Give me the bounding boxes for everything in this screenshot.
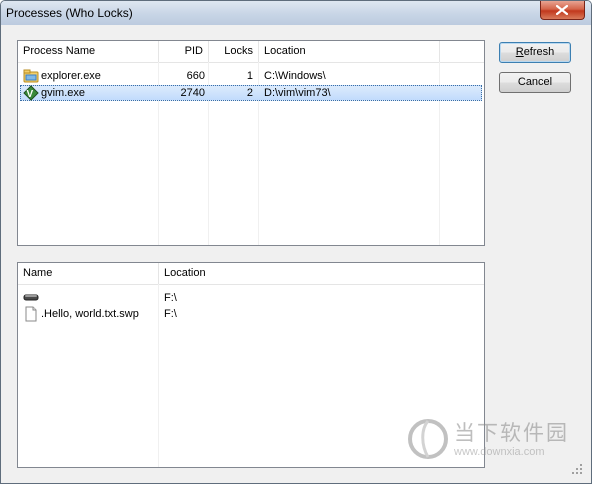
watermark-title: 当下软件园 (454, 421, 569, 445)
close-button[interactable] (540, 1, 585, 20)
column-header-name[interactable]: Name (18, 263, 158, 284)
file-name: .Hello, world.txt.swp (41, 308, 139, 320)
close-icon (556, 5, 568, 15)
file-row[interactable]: F:\ (20, 290, 482, 306)
window-title: Processes (Who Locks) (6, 6, 133, 20)
process-list[interactable]: Process Name PID Locks Location explorer… (17, 40, 485, 246)
process-pid: 660 (186, 70, 205, 82)
refresh-label-rest: efresh (523, 46, 555, 58)
column-header-process-name[interactable]: Process Name (18, 41, 158, 62)
process-row-selected[interactable]: V gvim.exe 2740 2 D:\vim\vim73\ (20, 85, 482, 101)
process-locks: 1 (246, 70, 253, 82)
explorer-icon (23, 69, 39, 83)
watermark: 当下软件园 www.downxia.com (407, 415, 577, 465)
column-header-pid[interactable]: PID (159, 41, 208, 62)
drive-icon (23, 294, 39, 301)
svg-text:V: V (27, 89, 34, 100)
file-location: F:\ (164, 308, 177, 320)
column-header-locks[interactable]: Locks (209, 41, 258, 62)
process-location: C:\Windows\ (264, 70, 326, 82)
refresh-label-mnemonic: R (515, 46, 524, 58)
files-list-header: Name Location (18, 263, 484, 285)
title-bar[interactable]: Processes (Who Locks) (1, 1, 591, 25)
refresh-button[interactable]: Refresh (499, 42, 571, 63)
process-location: D:\vim\vim73\ (264, 87, 331, 99)
cancel-button[interactable]: Cancel (499, 72, 571, 93)
dialog-client: Process Name PID Locks Location explorer… (7, 25, 585, 477)
file-row[interactable]: .Hello, world.txt.swp F:\ (20, 306, 482, 322)
process-list-header: Process Name PID Locks Location (18, 41, 484, 63)
file-icon (25, 306, 37, 322)
process-row[interactable]: explorer.exe 660 1 C:\Windows\ (20, 68, 482, 84)
column-divider[interactable] (439, 41, 440, 62)
gvim-icon: V (23, 85, 39, 101)
column-header-location[interactable]: Location (259, 41, 439, 62)
process-locks: 2 (246, 87, 253, 99)
downxia-logo-icon (408, 419, 448, 459)
file-location: F:\ (164, 292, 177, 304)
column-header-location[interactable]: Location (159, 263, 359, 284)
process-pid: 2740 (180, 87, 205, 99)
watermark-url: www.downxia.com (454, 446, 545, 458)
who-locks-window: Processes (Who Locks) Process Name PID L… (0, 0, 592, 484)
process-name: gvim.exe (41, 87, 86, 99)
process-name: explorer.exe (41, 70, 101, 82)
